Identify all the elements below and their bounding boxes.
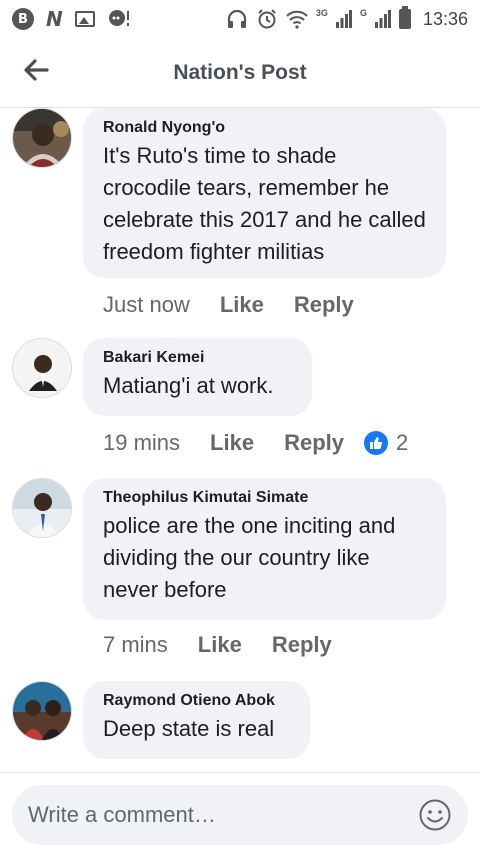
wifi-icon — [286, 10, 308, 29]
comment-list[interactable]: Ronald Nyong'o It's Ruto's time to shade… — [0, 108, 480, 772]
network-3g-label: 3G — [315, 8, 328, 18]
comment-actions: 7 mins Like Reply — [103, 632, 362, 658]
app-screen: B N 3G G 13:36 Nation's Post Ronald Nyon… — [0, 0, 480, 854]
network-g-label: G — [359, 8, 367, 18]
avatar[interactable] — [12, 108, 72, 168]
comment-time[interactable]: Just now — [103, 292, 190, 318]
comment-time[interactable]: 19 mins — [103, 430, 180, 456]
comment-author[interactable]: Theophilus Kimutai Simate — [103, 486, 426, 510]
comment-bubble[interactable]: Bakari Kemei Matiang'i at work. — [83, 338, 312, 416]
page-title: Nation's Post — [173, 60, 307, 84]
reply-button[interactable]: Reply — [294, 292, 354, 318]
reaction-summary[interactable]: 2 — [364, 430, 408, 456]
battery-icon — [398, 6, 411, 29]
status-time: 13:36 — [422, 8, 468, 29]
comment-author[interactable]: Ronald Nyong'o — [103, 116, 426, 140]
alarm-icon — [258, 9, 276, 29]
smiley-icon[interactable] — [418, 798, 452, 832]
comment-actions: Just now Like Reply — [103, 292, 384, 318]
comment-author[interactable]: Raymond Otieno Abok — [103, 689, 290, 713]
like-button[interactable]: Like — [210, 430, 254, 456]
comment-text: police are the one inciting and dividing… — [103, 513, 396, 602]
image-notification-icon — [74, 11, 95, 27]
reply-button[interactable]: Reply — [272, 632, 332, 658]
comment-input[interactable] — [28, 802, 418, 828]
comment-bubble[interactable]: Theophilus Kimutai Simate police are the… — [83, 478, 446, 620]
arrow-left-icon — [24, 59, 49, 81]
n-app-icon: N — [46, 7, 63, 31]
headphones-icon — [227, 9, 247, 28]
reply-button[interactable]: Reply — [284, 430, 344, 456]
thumbs-up-icon — [364, 431, 388, 455]
comment-composer-bar — [0, 772, 480, 854]
comment-bubble[interactable]: Ronald Nyong'o It's Ruto's time to shade… — [83, 108, 446, 278]
like-button[interactable]: Like — [220, 292, 264, 318]
signal-strength-2-icon — [374, 10, 391, 28]
comment-actions: 19 mins Like Reply 2 — [103, 430, 408, 456]
comment-text: It's Ruto's time to shade crocodile tear… — [103, 143, 426, 264]
chat-notification-icon — [108, 10, 129, 26]
like-button[interactable]: Like — [198, 632, 242, 658]
comment-time[interactable]: 7 mins — [103, 632, 168, 658]
app-header: Nation's Post — [0, 38, 480, 108]
avatar[interactable] — [12, 681, 72, 741]
status-bar: B N 3G G 13:36 — [0, 0, 480, 38]
comment-text: Matiang'i at work. — [103, 373, 274, 398]
comment-author[interactable]: Bakari Kemei — [103, 346, 292, 370]
comment-composer[interactable] — [12, 785, 468, 845]
reaction-count: 2 — [396, 430, 409, 455]
comment-text: Deep state is real — [103, 716, 275, 741]
signal-strength-icon — [335, 10, 352, 28]
back-button[interactable] — [22, 56, 50, 84]
comment-bubble[interactable]: Raymond Otieno Abok Deep state is real — [83, 681, 310, 759]
avatar[interactable] — [12, 338, 72, 398]
b-app-icon: B — [12, 8, 34, 30]
avatar[interactable] — [12, 478, 72, 538]
